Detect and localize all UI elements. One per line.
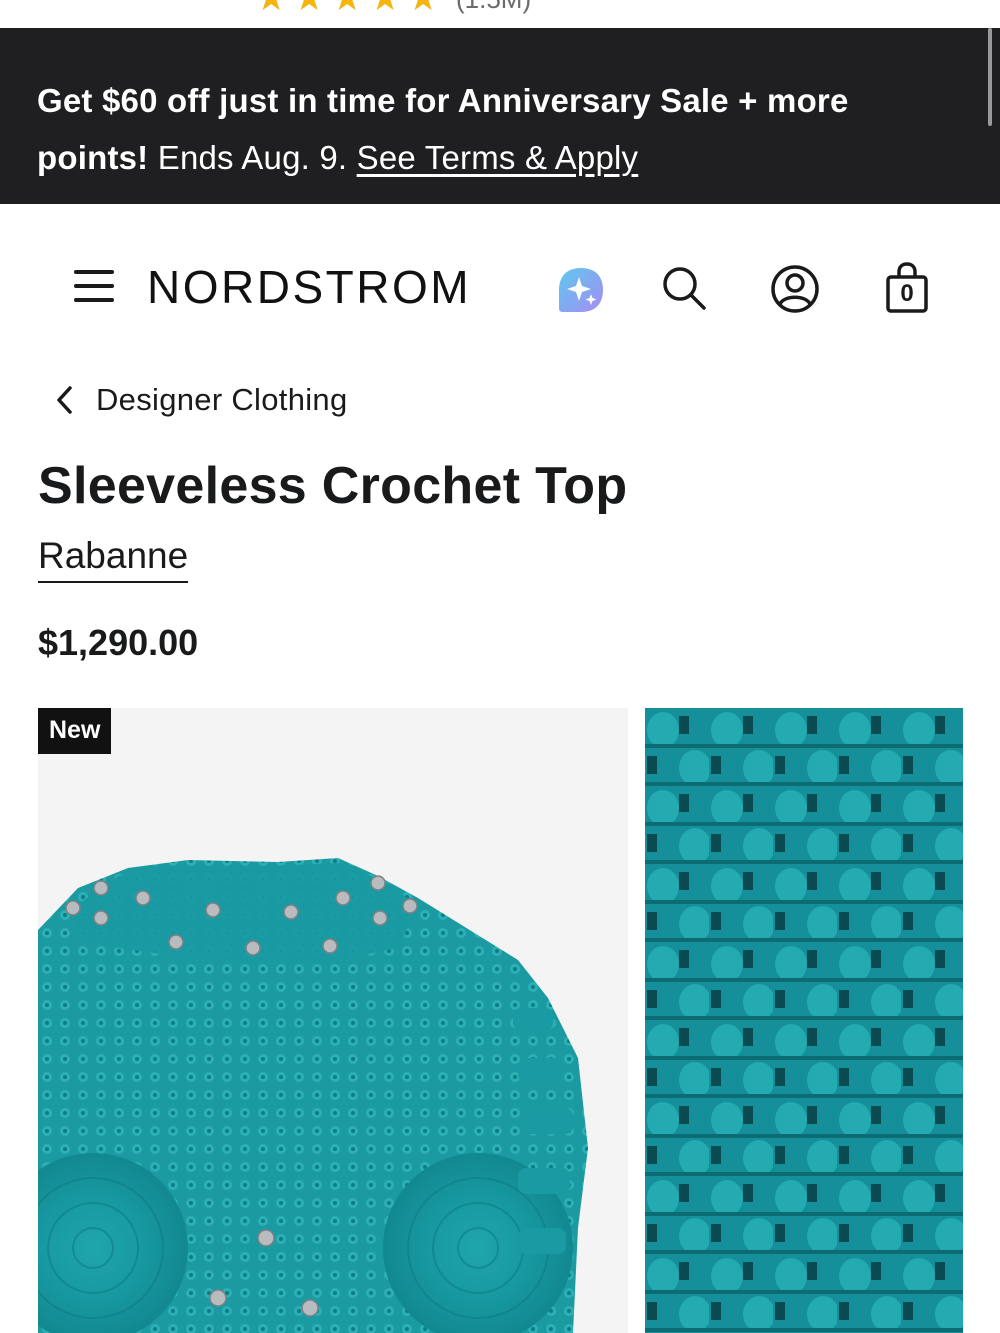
ai-sparkle-icon[interactable] <box>557 266 605 314</box>
product-image-detail[interactable] <box>645 708 963 1333</box>
promo-terms-link[interactable]: See Terms & Apply <box>357 139 639 176</box>
site-header: NORDSTROM 0 <box>0 204 1000 354</box>
rating-count: (1.5M) <box>456 0 531 15</box>
product-price: $1,290.00 <box>38 622 199 663</box>
breadcrumb-label[interactable]: Designer Clothing <box>96 382 348 418</box>
promo-text: Get $60 off just in time for Anniversary… <box>37 72 963 186</box>
star-icon: ★ <box>293 0 325 16</box>
star-icon: ★ <box>369 0 401 16</box>
star-icon: ★ <box>331 0 363 16</box>
search-icon[interactable] <box>660 264 708 312</box>
star-icon: ★ <box>255 0 287 16</box>
brand-link[interactable]: Rabanne <box>38 534 189 583</box>
bag-count: 0 <box>900 280 914 307</box>
product-image-main[interactable] <box>38 708 628 1333</box>
nordstrom-logo[interactable]: NORDSTROM <box>147 260 471 314</box>
rating-stars: ★ ★ ★ ★ ★ <box>255 0 439 16</box>
menu-icon[interactable] <box>74 268 114 304</box>
new-badge: New <box>38 708 112 754</box>
scrollbar[interactable] <box>988 28 992 126</box>
breadcrumb[interactable]: Designer Clothing <box>52 378 348 422</box>
shopping-bag-icon[interactable]: 0 <box>884 262 930 314</box>
promo-ends-text: Ends Aug. 9. <box>148 139 357 176</box>
rating-strip: ★ ★ ★ ★ ★ (1.5M) <box>0 0 1000 28</box>
product-title: Sleeveless Crochet Top <box>38 457 628 515</box>
chevron-left-icon <box>57 386 72 414</box>
star-icon: ★ <box>407 0 439 16</box>
account-icon[interactable] <box>770 264 820 314</box>
promo-banner: Get $60 off just in time for Anniversary… <box>0 28 1000 204</box>
